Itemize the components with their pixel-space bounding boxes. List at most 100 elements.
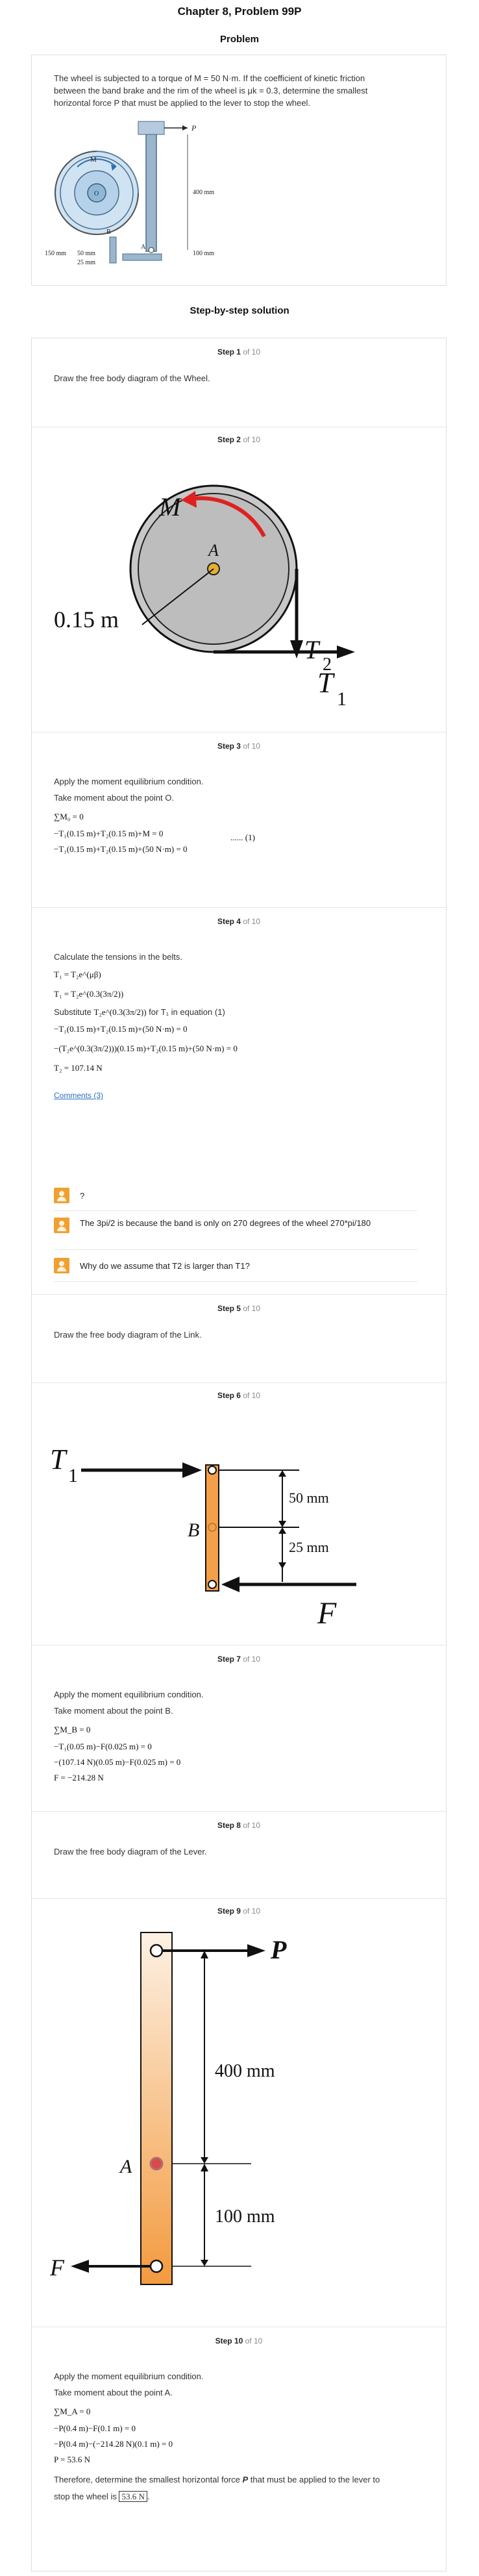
comments-list: ? The 3pi/2 is because the band is only … [54,1181,417,1282]
step-header: Step 3 of 10 [32,742,446,751]
pin-bottom [208,1580,217,1589]
final-answer-box: 53.6 N [119,2491,147,2502]
step-text: Substitute [54,1007,92,1017]
figure-label-m: M [90,156,97,164]
equation-inline: T₂e^(0.3(3π/2)) [93,1007,147,1017]
equation: −(107.14 N)(0.05 m)−F(0.025 m) = 0 [54,1757,181,1767]
figure-label-a: A [141,244,146,251]
equation: T₁ = T₂e^(μβ) [54,969,101,979]
step-text: Draw the free body diagram of the Wheel. [54,373,210,383]
step-2: Step 2 of 10 A M 0.15 m T 2 T 1 [32,427,446,732]
label-p: P [270,1935,287,1964]
comment-text: Why do we assume that T2 is larger than … [80,1260,250,1271]
equation: F = −214.28 N [54,1773,104,1782]
step-header: Step 8 of 10 [32,1821,446,1830]
lever-head [138,121,165,135]
step-header: Step 9 of 10 [32,1907,446,1916]
problem-line: The wheel is subjected to a torque of M … [54,73,365,83]
step-of: of 10 [243,1655,261,1664]
dim-arrow [278,1527,286,1534]
step-label: Step 7 [217,1655,241,1664]
figure-label-p: P [191,123,197,132]
force-symbol: P [242,2475,249,2484]
chapter-title: Chapter 8, Problem 99P [177,5,302,18]
equation: ∑M_A = 0 [54,2407,91,2416]
step-label: Step 10 [215,2336,243,2345]
equation: −T₁(0.05 m)−F(0.025 m) = 0 [54,1742,152,1751]
comment-text: ? [80,1190,85,1201]
problem-figure: M O P 400 mm 100 mm A B 150 mm 50 mm 25 … [45,121,214,266]
solution-heading: Step-by-step solution [190,305,289,316]
label-a: A [119,2156,132,2177]
tension-t1-head [182,1462,202,1478]
step-header: Step 10 of 10 [32,2336,446,2345]
label-b: B [188,1519,199,1541]
label-m: M [158,492,182,521]
label-25mm: 25 mm [289,1539,329,1555]
step-text: Take moment about the point O. [54,793,174,803]
step-3: Step 3 of 10 Apply the moment equilibriu… [32,732,446,908]
step-text: Apply the moment equilibrium condition. [54,2371,204,2381]
step-10: Step 10 of 10 Apply the moment equilibri… [32,2327,446,2573]
step-of: of 10 [243,742,261,751]
step-header: Step 4 of 10 [32,917,446,926]
step-header: Step 5 of 10 [32,1304,446,1313]
label-50mm: 50 mm [289,1490,329,1506]
step-of: of 10 [243,1821,261,1830]
step-5: Step 5 of 10 Draw the free body diagram … [32,1294,446,1383]
dim-arrow [201,2157,208,2164]
label-t1: T [317,667,336,699]
dim-arrow [278,1521,286,1527]
step-text: Draw the free body diagram of the Lever. [54,1847,207,1857]
equation: −T₁(0.15 m)+T₂(0.15 m)+(50 N·m) = 0 [54,1024,188,1034]
problem-line: horizontal force P that must be applied … [54,98,311,108]
step-text: Therefore, determine the smallest horizo… [54,2475,240,2484]
equation: −T₁(0.15 m)+T₂(0.15 m)+(50 N·m) = 0 [54,844,188,854]
figure-label-o: O [94,190,99,197]
step-label: Step 8 [217,1821,241,1830]
label-f: F [49,2255,65,2281]
step-label: Step 1 [217,347,241,356]
step-of: of 10 [243,1907,261,1916]
step-6: Step 6 of 10 T 1 B 50 mm 25 mm F [32,1382,446,1645]
tension-t2-head [290,640,303,658]
step-9: Step 9 of 10 P 400 mm 100 mm A F [32,1898,446,2327]
label-a: A [207,541,219,560]
step-of: of 10 [243,347,261,356]
step-text: Apply the moment equilibrium condition. [54,1690,204,1699]
step-of: of 10 [245,2336,263,2345]
step-text: Apply the moment equilibrium condition. [54,777,204,786]
step-header: Step 7 of 10 [32,1655,446,1664]
figure-label-25: 25 mm [77,259,95,266]
label-100mm: 100 mm [215,2207,275,2227]
label-f: F [317,1596,337,1631]
step-text: that must be applied to the lever to [250,2475,380,2484]
lever [145,123,157,252]
label-t1-sub: 1 [68,1465,78,1486]
step-text: for T₁ in equation (1) [149,1007,225,1017]
force-p-head [247,1944,265,1957]
step-of: of 10 [243,1391,261,1400]
comment-item: The 3pi/2 is because the band is only on… [54,1211,417,1250]
step-of: of 10 [243,435,261,444]
step-text: stop the wheel is [54,2492,117,2501]
solution-card: Step 1 of 10 Draw the free body diagram … [31,338,447,2571]
comments-link[interactable]: Comments (3) [54,1091,103,1100]
force-f-head [221,1577,240,1592]
pin-bottom [149,2259,164,2273]
avatar[interactable] [54,1188,69,1203]
step-4: Step 4 of 10 Calculate the tensions in t… [32,907,446,1295]
step-header: Step 2 of 10 [32,435,446,444]
equation-row: −T₁(0.15 m)+T₂(0.15 m)+(50 N·m) = 0 ....… [32,832,446,855]
comment-item: ? [54,1181,417,1211]
equation-ref: ...... (1) [230,832,255,842]
step-label: Step 5 [217,1304,241,1313]
avatar[interactable] [54,1218,69,1233]
step-label: Step 9 [217,1907,241,1916]
link [109,236,117,264]
problem-heading: Problem [219,34,259,45]
equation: P = 53.6 N [54,2455,90,2464]
avatar[interactable] [54,1258,69,1273]
step-7: Step 7 of 10 Apply the moment equilibriu… [32,1645,446,1812]
equation: −(T₂e^(0.3(3π/2)))(0.15 m)+T₂(0.15 m)+(5… [54,1044,238,1053]
